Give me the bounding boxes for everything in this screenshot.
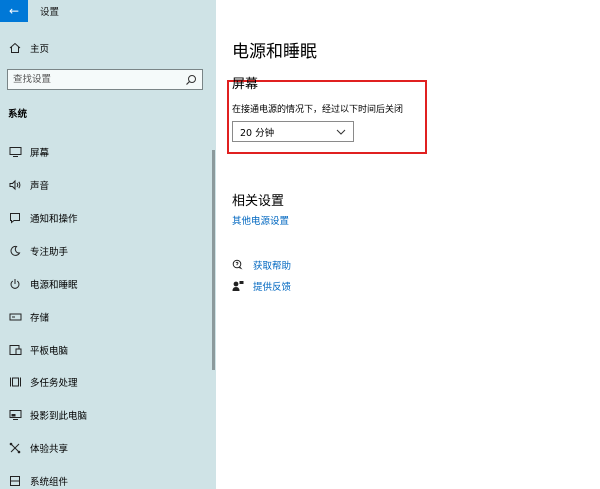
sidebar-item-shared-experiences[interactable]: 体验共享 <box>0 437 212 459</box>
feedback-icon <box>232 280 244 292</box>
screen-off-description: 在接通电源的情况下，经过以下时间后关闭 <box>232 105 404 115</box>
project-icon <box>8 408 22 422</box>
power-icon <box>8 277 22 291</box>
sidebar-item-label: 多任务处理 <box>30 378 78 389</box>
sidebar-item-multitasking[interactable]: 多任务处理 <box>0 371 212 393</box>
sidebar-item-label: 专注助手 <box>30 247 69 258</box>
sidebar-item-label: 电源和睡眠 <box>30 280 78 291</box>
home-icon <box>8 41 22 55</box>
tablet-icon <box>8 343 22 357</box>
sidebar-item-storage[interactable]: 存储 <box>0 306 212 328</box>
search-icon[interactable] <box>185 74 197 86</box>
sidebar-item-label: 声音 <box>30 181 50 192</box>
main-content: 电源和睡眠 屏幕 在接通电源的情况下，经过以下时间后关闭 20 分钟 相关设置 … <box>216 0 600 489</box>
sidebar-item-system-components[interactable]: 系统组件 <box>0 470 212 489</box>
sidebar-section-title: 系统 <box>8 109 28 120</box>
sidebar-item-label: 屏幕 <box>30 148 50 159</box>
speaker-icon <box>8 178 22 192</box>
page-title: 电源和睡眠 <box>232 42 317 62</box>
screen-section-title: 屏幕 <box>232 77 259 92</box>
multitask-icon <box>8 375 22 389</box>
storage-icon <box>8 310 22 324</box>
back-arrow-icon: ← <box>8 4 20 18</box>
dropdown-value: 20 分钟 <box>240 127 275 139</box>
sidebar-item-label: 存储 <box>30 313 50 324</box>
additional-power-settings-link[interactable]: 其他电源设置 <box>232 213 289 227</box>
components-icon <box>8 474 22 488</box>
notification-icon <box>8 211 22 225</box>
sidebar-item-power-sleep[interactable]: 电源和睡眠 <box>0 273 212 295</box>
sidebar-item-label: 投影到此电脑 <box>30 411 88 422</box>
sidebar-item-label: 系统组件 <box>30 477 69 488</box>
sidebar-item-label: 体验共享 <box>30 444 69 455</box>
home-label: 主页 <box>30 44 50 55</box>
title-bar: ← 设置 <box>0 0 216 22</box>
sidebar: ← 设置 主页 系统 屏幕 声音 通知和操作 <box>0 0 216 489</box>
back-button[interactable]: ← <box>0 0 28 22</box>
sidebar-item-display[interactable]: 屏幕 <box>0 141 212 163</box>
sidebar-item-label: 平板电脑 <box>30 346 69 357</box>
search-box[interactable] <box>7 69 203 90</box>
sidebar-item-label: 通知和操作 <box>30 214 78 225</box>
share-icon <box>8 441 22 455</box>
screen-timeout-dropdown[interactable]: 20 分钟 <box>232 121 354 142</box>
sidebar-item-focus-assist[interactable]: 专注助手 <box>0 240 212 262</box>
give-feedback-link[interactable]: 提供反馈 <box>232 279 291 293</box>
sidebar-item-tablet[interactable]: 平板电脑 <box>0 339 212 361</box>
related-settings-title: 相关设置 <box>232 194 285 209</box>
sidebar-item-notifications[interactable]: 通知和操作 <box>0 207 212 229</box>
get-help-link[interactable]: 获取帮助 <box>232 258 291 272</box>
chevron-down-icon <box>336 127 346 137</box>
monitor-icon <box>8 145 22 159</box>
give-feedback-label: 提供反馈 <box>253 282 292 293</box>
window-title: 设置 <box>40 7 60 18</box>
moon-icon <box>8 244 22 258</box>
sidebar-item-project[interactable]: 投影到此电脑 <box>0 404 212 426</box>
sidebar-item-sound[interactable]: 声音 <box>0 174 212 196</box>
get-help-label: 获取帮助 <box>253 261 292 272</box>
home-nav-item[interactable]: 主页 <box>8 41 49 55</box>
search-input[interactable] <box>13 74 173 85</box>
help-chat-icon <box>232 259 244 271</box>
sidebar-scrollbar[interactable] <box>212 150 215 370</box>
